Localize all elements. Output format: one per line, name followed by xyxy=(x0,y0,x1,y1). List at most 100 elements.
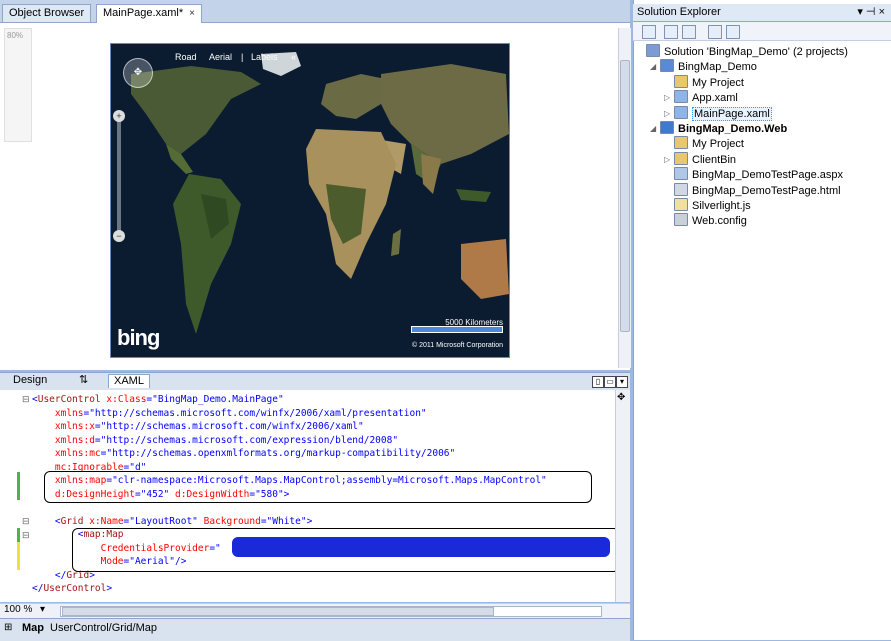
code-token: Background xyxy=(197,515,261,527)
web-project-icon xyxy=(660,121,674,134)
tree-item[interactable]: ▷ ClientBin xyxy=(664,151,736,167)
map-copyright: © 2011 Microsoft Corporation xyxy=(411,342,503,349)
swap-panes-icon[interactable]: ⇅ xyxy=(74,374,93,387)
code-line[interactable]: xmlns:d="http://schemas.microsoft.com/ex… xyxy=(32,434,398,448)
collapse-pane-icon[interactable]: ▾ xyxy=(616,376,628,388)
code-token: ="LayoutRoot" xyxy=(123,515,198,527)
solution-explorer-header: Solution Explorer ▾ ⊣ × xyxy=(633,4,891,22)
map-zoom-slider[interactable] xyxy=(117,116,121,236)
tree-item[interactable]: BingMap_DemoTestPage.aspx xyxy=(674,167,843,182)
code-token: xmlns:d xyxy=(32,434,95,446)
zoom-in-icon[interactable]: + xyxy=(113,110,125,122)
folder-properties-icon xyxy=(674,136,688,150)
tab-mainpage-xaml[interactable]: MainPage.xaml* × xyxy=(96,4,202,23)
map-mode-road[interactable]: Road xyxy=(175,52,197,62)
map-mode-aerial[interactable]: Aerial xyxy=(209,52,232,62)
map-collapse-nav-icon[interactable]: « xyxy=(291,52,296,62)
code-line[interactable]: xmlns="http://schemas.microsoft.com/winf… xyxy=(32,407,427,421)
aspx-file-icon xyxy=(674,167,688,181)
breadcrumb-current-element[interactable]: Map xyxy=(22,622,44,634)
collapse-map-icon[interactable]: ⊟ xyxy=(22,530,30,541)
editor-vertical-scrollbar[interactable] xyxy=(615,390,630,602)
expand-icon[interactable]: ▷ xyxy=(664,90,670,105)
editor-horizontal-scrollbar[interactable]: 100 % ▾ xyxy=(0,603,630,618)
code-token: ="http://schemas.microsoft.com/winfx/200… xyxy=(83,407,427,419)
tab-object-browser[interactable]: Object Browser xyxy=(2,4,92,22)
view-designer-icon[interactable] xyxy=(726,25,740,39)
code-token: x:Name xyxy=(83,515,124,527)
show-all-files-icon[interactable] xyxy=(664,25,678,39)
tree-item-label: Silverlight.js xyxy=(692,200,751,212)
code-line[interactable]: xmlns:x="http://schemas.microsoft.com/wi… xyxy=(32,420,364,434)
view-split-bar xyxy=(0,372,630,391)
expand-icon[interactable]: ▷ xyxy=(664,106,670,121)
tree-item[interactable]: ◢ BingMap_Demo xyxy=(650,59,757,74)
code-token: ="http://schemas.microsoft.com/expressio… xyxy=(94,434,399,446)
element-breadcrumb-bar: ⊞ Map UserControl/Grid/Map xyxy=(0,618,630,641)
refresh-icon[interactable] xyxy=(682,25,696,39)
close-icon[interactable]: × xyxy=(189,8,195,19)
tree-item[interactable]: BingMap_DemoTestPage.html xyxy=(674,182,841,198)
code-token: </ xyxy=(32,569,67,581)
tree-item-label: BingMap_Demo xyxy=(678,61,757,74)
tree-item-label: BingMap_DemoTestPage.html xyxy=(692,184,841,197)
zoom-rail[interactable] xyxy=(4,28,32,142)
tree-item-label: MainPage.xaml xyxy=(692,106,772,121)
solution-explorer-title: Solution Explorer xyxy=(637,6,721,18)
code-line[interactable]: <Grid x:Name="LayoutRoot" Background="Wh… xyxy=(32,515,312,529)
unsaved-lines-marker xyxy=(17,542,20,570)
map-pan-control-icon[interactable]: ✥ xyxy=(123,58,153,88)
tree-item[interactable]: My Project xyxy=(674,74,744,90)
vertical-split-icon[interactable]: ▯ xyxy=(592,376,604,388)
tab-design[interactable]: Design xyxy=(8,374,52,387)
horizontal-scroll-thumb[interactable] xyxy=(62,607,494,616)
tree-item[interactable]: ◢ BingMap_Demo.Web xyxy=(650,121,787,136)
collapse-usercontrol-icon[interactable]: ⊟ xyxy=(22,394,30,405)
panel-window-controls-icon[interactable]: ▾ ⊣ × xyxy=(857,4,885,21)
tree-item[interactable]: ▷ MainPage.xaml xyxy=(664,105,772,121)
view-code-icon[interactable] xyxy=(708,25,722,39)
code-line[interactable]: </UserControl> xyxy=(32,582,112,596)
zoom-dropdown-icon[interactable]: ▾ xyxy=(40,604,45,615)
xaml-tab-label: XAML xyxy=(114,375,144,387)
tree-item[interactable]: Web.config xyxy=(674,213,747,228)
project-icon xyxy=(660,59,674,73)
code-line[interactable]: xmlns:mc="http://schemas.openxmlformats.… xyxy=(32,447,455,461)
tree-item-label: App.xaml xyxy=(692,92,738,105)
code-token: UserControl xyxy=(43,583,107,594)
solution-icon xyxy=(646,44,660,57)
collapse-icon[interactable]: ◢ xyxy=(650,121,656,136)
folder-properties-icon xyxy=(674,74,688,88)
tree-item[interactable]: My Project xyxy=(674,136,744,151)
expand-icon[interactable]: ▷ xyxy=(664,152,670,167)
collapse-grid-icon[interactable]: ⊟ xyxy=(22,516,30,527)
breadcrumb-path[interactable]: UserControl/Grid/Map xyxy=(50,622,157,634)
tree-item[interactable]: Silverlight.js xyxy=(674,198,751,213)
code-token: ="http://schemas.microsoft.com/winfx/200… xyxy=(94,421,364,432)
code-token: < xyxy=(32,515,61,527)
design-tab-label: Design xyxy=(13,374,48,386)
code-token: xmlns:mc xyxy=(32,448,101,459)
code-token: > xyxy=(106,583,113,594)
properties-icon[interactable] xyxy=(642,25,656,39)
zoom-label: 80% xyxy=(7,31,24,40)
code-line[interactable]: <UserControl x:Class="BingMap_Demo.MainP… xyxy=(32,393,284,407)
code-token: UserControl xyxy=(37,394,101,405)
tab-xaml[interactable]: XAML xyxy=(108,374,150,388)
changed-lines-marker xyxy=(17,472,20,500)
designer-scroll-thumb[interactable] xyxy=(620,60,630,332)
collapse-icon[interactable]: ◢ xyxy=(650,59,656,74)
code-token: x:Class xyxy=(100,394,147,405)
tab-label: MainPage.xaml* xyxy=(103,7,184,19)
map-mode-separator: | xyxy=(241,52,244,62)
map-mode-labels[interactable]: Labels xyxy=(251,52,278,62)
bing-map-preview[interactable]: Road Aerial | Labels « ✥ + − bing 5000 K… xyxy=(110,43,510,358)
zoom-out-icon[interactable]: − xyxy=(113,230,125,242)
editor-split-icon[interactable]: ✥ xyxy=(617,392,625,403)
highlight-callout xyxy=(44,471,592,503)
horizontal-split-icon[interactable]: ▭ xyxy=(604,376,616,388)
tree-item[interactable]: Solution 'BingMap_Demo' (2 projects) xyxy=(646,44,848,59)
zoom-level[interactable]: 100 % xyxy=(4,604,32,615)
tree-item[interactable]: ▷ App.xaml xyxy=(664,90,738,105)
code-token: xmlns:x xyxy=(32,421,95,432)
